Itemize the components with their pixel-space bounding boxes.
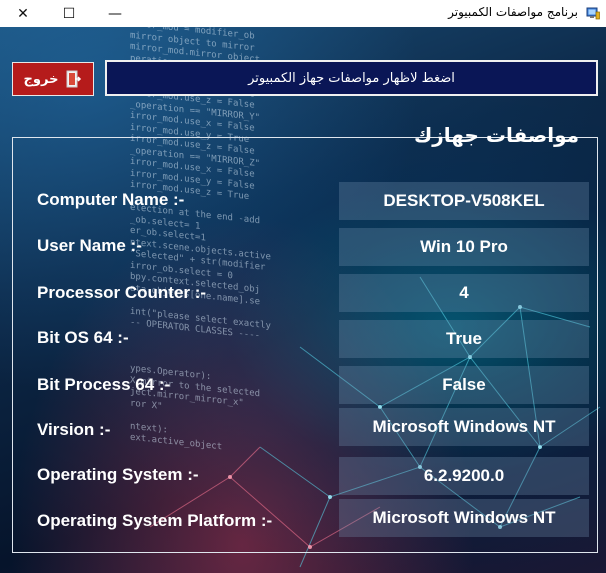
bit-process-64-value: False — [339, 366, 589, 404]
computer-name-value: DESKTOP-V508KEL — [339, 182, 589, 220]
show-specs-button[interactable]: اضغط لاظهار مواصفات جهاز الكمبيوتر — [105, 60, 598, 96]
operating-system-label: Operating System :- — [37, 465, 199, 484]
computer-name-label: Computer Name :- — [37, 190, 185, 209]
operating-system-value: 6.2.9200.0 — [339, 457, 589, 495]
version-value: Microsoft Windows NT — [339, 408, 589, 446]
exit-door-icon — [66, 70, 82, 88]
bit-os-64-label: Bit OS 64 :- — [37, 328, 129, 347]
version-label: Virsion :- — [37, 420, 111, 439]
computer-app-icon — [586, 7, 600, 20]
user-name-value: Win 10 Pro — [339, 228, 589, 266]
exit-button[interactable]: خروج — [12, 62, 94, 96]
bit-process-64-label: Bit Process 64 :- — [37, 375, 171, 394]
window-title: برنامج مواصفات الكمبيوتر — [448, 5, 578, 19]
title-bar: ✕ ☐ — برنامج مواصفات الكمبيوتر — [0, 0, 606, 27]
minimize-button[interactable]: — — [92, 0, 138, 27]
specs-groupbox-title: مواصفات جهازك — [413, 123, 579, 147]
close-button[interactable]: ✕ — [0, 0, 46, 27]
exit-button-label: خروج — [23, 71, 59, 87]
processor-counter-value: 4 — [339, 274, 589, 312]
app-window: ✕ ☐ — برنامج مواصفات الكمبيوتر irror_mod… — [0, 0, 606, 573]
operating-system-platform-label: Operating System Platform :- — [37, 511, 273, 530]
maximize-button[interactable]: ☐ — [46, 0, 92, 27]
user-name-label: User Name :- — [37, 236, 142, 255]
bit-os-64-value: True — [339, 320, 589, 358]
processor-counter-label: Processor Counter :- — [37, 283, 207, 302]
client-area: irror_mod = modifier_ob mirror object to… — [0, 27, 606, 573]
operating-system-platform-value: Microsoft Windows NT — [339, 499, 589, 537]
